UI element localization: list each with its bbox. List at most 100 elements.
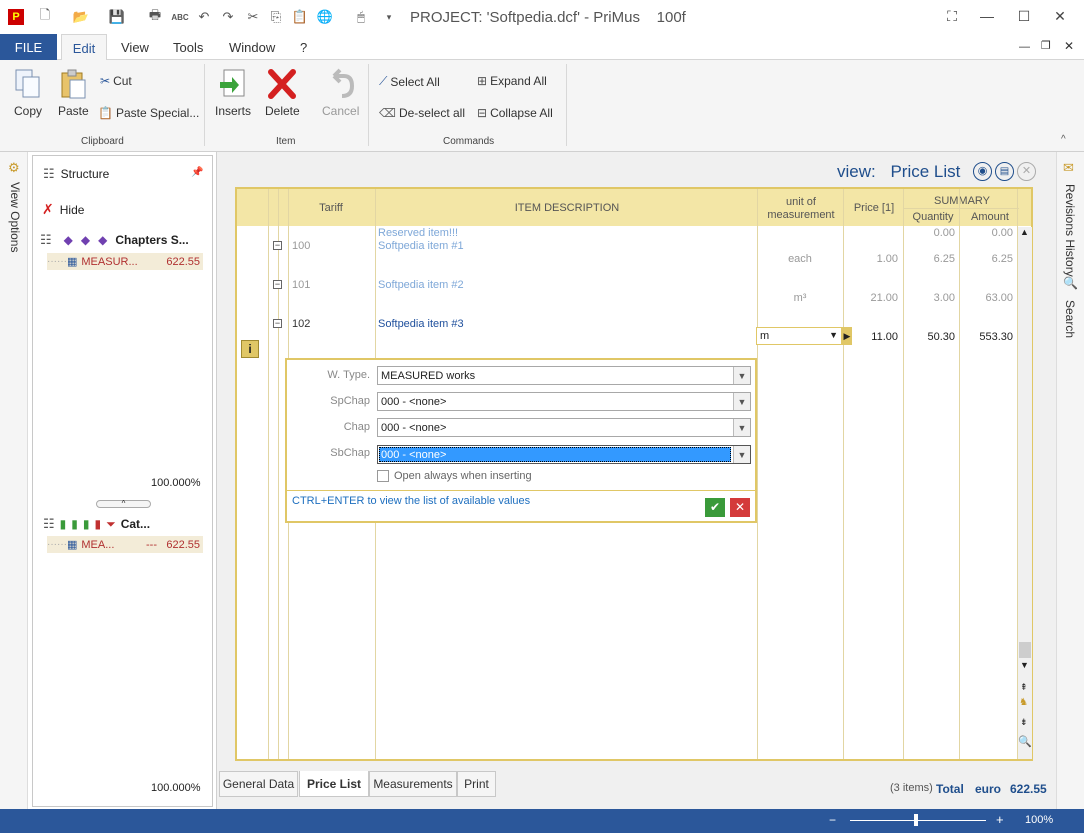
revisions-history-tab[interactable]: Revisions History <box>1063 184 1077 277</box>
open-always-checkbox[interactable] <box>377 470 389 482</box>
row-100-unit[interactable]: each <box>759 253 841 265</box>
tab-help[interactable]: ? <box>300 40 307 55</box>
inserts-button[interactable]: Inserts <box>215 68 251 118</box>
new-file-icon[interactable]: 🗋 <box>36 7 54 26</box>
redo-icon[interactable]: ↷ <box>219 8 237 26</box>
splitter-handle[interactable]: ^ <box>96 500 151 508</box>
restore-icon[interactable]: ❐ <box>1041 39 1051 52</box>
unit-combobox[interactable]: m ▼ <box>756 327 842 345</box>
collapse-row-icon[interactable]: − <box>273 280 282 289</box>
sbchap-select[interactable]: 000 - <none> ▼ <box>377 445 751 464</box>
row-102-desc[interactable]: Softpedia item #3 <box>378 318 464 330</box>
scroll-thumb[interactable] <box>1019 642 1031 658</box>
select-all-button[interactable]: ⟋ Select All <box>379 74 440 89</box>
vertical-scrollbar[interactable]: ▲ ▼ ⇞ ♞ ⇟ 🔍 <box>1018 227 1032 759</box>
cancel-x-icon[interactable]: ✕ <box>730 498 750 517</box>
filter-icon[interactable]: ⏷ <box>106 517 116 532</box>
minimize-button[interactable]: — <box>973 6 1001 26</box>
tab-window[interactable]: Window <box>229 40 275 55</box>
zoom-slider-track[interactable] <box>850 820 986 821</box>
row-100-desc[interactable]: Softpedia item #1 <box>378 240 464 252</box>
collapse-row-icon[interactable]: − <box>273 241 282 250</box>
row-reserved-desc[interactable]: Reserved item!!! <box>378 227 458 239</box>
row-100-tariff[interactable]: 100 <box>292 240 310 252</box>
measur-tree-item[interactable]: ······ ▦ MEASUR... 622.55 <box>47 253 203 270</box>
spellcheck-icon[interactable]: ABC <box>171 8 189 26</box>
chevron-down-icon[interactable]: ▼ <box>829 330 838 340</box>
wtype-select[interactable]: MEASURED works ▼ <box>377 366 751 385</box>
header-amount[interactable]: Amount <box>961 211 1019 223</box>
row-100-price[interactable]: 1.00 <box>845 253 898 265</box>
copy-icon[interactable]: ⎘ <box>267 8 285 26</box>
scroll-top-icon[interactable]: ⇞ <box>1020 682 1028 693</box>
scroll-bottom-icon[interactable]: ⇟ <box>1020 717 1028 728</box>
confirm-check-icon[interactable]: ✔ <box>705 498 725 517</box>
zoom-out-icon[interactable]: − <box>829 813 836 827</box>
row-102-price[interactable]: 11.00 <box>845 331 898 343</box>
paste-special-button[interactable]: 📋 Paste Special... <box>98 106 199 120</box>
category-icon-2[interactable]: ▮ <box>71 517 78 531</box>
customize-quickaccess-icon[interactable]: ▾ <box>380 8 398 26</box>
close-button[interactable]: ✕ <box>1046 6 1074 26</box>
zoom-slider-thumb[interactable] <box>914 814 918 826</box>
mouse-icon[interactable]: 🖱 <box>352 8 370 26</box>
chevron-down-icon[interactable]: ▼ <box>733 446 750 463</box>
pin-icon[interactable]: 📌 <box>191 167 203 178</box>
delete-button[interactable]: Delete <box>265 68 300 118</box>
scroll-down-icon[interactable]: ▼ <box>1020 660 1029 670</box>
scroll-up-icon[interactable]: ▲ <box>1020 227 1029 237</box>
header-description[interactable]: ITEM DESCRIPTION <box>377 202 757 214</box>
view-options-tab[interactable]: View Options <box>8 182 22 252</box>
row-102-tariff[interactable]: 102 <box>292 318 310 330</box>
row-101-price[interactable]: 21.00 <box>845 292 898 304</box>
eye-icon[interactable]: ◉ <box>973 162 992 181</box>
ribbon-minimize-icon[interactable]: — <box>1019 41 1030 53</box>
cut-button[interactable]: ✂ Cut <box>100 74 132 88</box>
tab-print[interactable]: Print <box>457 771 496 797</box>
cut-icon[interactable]: ✂ <box>244 8 262 26</box>
chapter-icon-2[interactable]: ◆ <box>81 233 90 247</box>
chevron-down-icon[interactable]: ▼ <box>733 367 750 384</box>
print-icon[interactable]: 🖶 <box>146 7 164 26</box>
fullscreen-icon[interactable]: ⛶ <box>938 6 966 26</box>
paste-button[interactable]: Paste <box>58 68 89 118</box>
close-document-icon[interactable]: ✕ <box>1064 39 1074 53</box>
expand-all-button[interactable]: ⊞ Expand All <box>477 74 547 88</box>
deselect-all-button[interactable]: ⌫ De-select all <box>379 106 465 120</box>
tab-general-data[interactable]: General Data <box>219 771 298 797</box>
spchap-select[interactable]: 000 - <none> ▼ <box>377 392 751 411</box>
row-101-desc[interactable]: Softpedia item #2 <box>378 279 464 291</box>
ribbon-collapse-icon[interactable]: ^ <box>1061 134 1066 145</box>
paste-icon[interactable]: 📋 <box>291 8 309 26</box>
chapter-icon-1[interactable]: ◆ <box>64 233 73 247</box>
category-icon-4[interactable]: ▮ <box>94 517 101 531</box>
chevron-down-icon[interactable]: ▼ <box>733 419 750 436</box>
category-icon-3[interactable]: ▮ <box>83 517 90 531</box>
tab-price-list[interactable]: Price List <box>299 771 369 797</box>
tree-list-icon[interactable]: ☷ <box>40 232 52 248</box>
chap-select[interactable]: 000 - <none> ▼ <box>377 418 751 437</box>
chapter-icon-3[interactable]: ◆ <box>98 233 107 247</box>
save-icon[interactable]: 💾 <box>108 8 126 26</box>
open-folder-icon[interactable]: 📂 <box>72 8 90 26</box>
tree-list-icon[interactable]: ☷ <box>43 516 55 532</box>
tab-edit[interactable]: Edit <box>61 34 107 61</box>
copy-button[interactable]: Copy <box>13 68 43 118</box>
undo-icon[interactable]: ↶ <box>195 8 213 26</box>
info-icon[interactable]: i <box>241 340 259 358</box>
tab-tools[interactable]: Tools <box>173 40 203 55</box>
zoom-in-icon[interactable]: + <box>996 812 1004 827</box>
globe-icon[interactable]: 🌐 <box>316 8 334 26</box>
tab-measurements[interactable]: Measurements <box>369 771 457 797</box>
row-101-tariff[interactable]: 101 <box>292 279 310 291</box>
maximize-button[interactable]: ☐ <box>1010 6 1038 26</box>
tab-file[interactable]: FILE <box>0 34 57 60</box>
header-quantity[interactable]: Quantity <box>905 211 961 223</box>
chevron-down-icon[interactable]: ▼ <box>733 393 750 410</box>
header-tariff[interactable]: Tariff <box>289 202 373 214</box>
nav-item-icon[interactable]: ♞ <box>1019 697 1028 708</box>
print-preview-icon[interactable]: ▤ <box>995 162 1014 181</box>
zoom-search-icon[interactable]: 🔍 <box>1018 735 1032 748</box>
header-unit-line2[interactable]: measurement <box>759 209 843 221</box>
hide-button[interactable]: ✗ Hide <box>42 201 84 218</box>
